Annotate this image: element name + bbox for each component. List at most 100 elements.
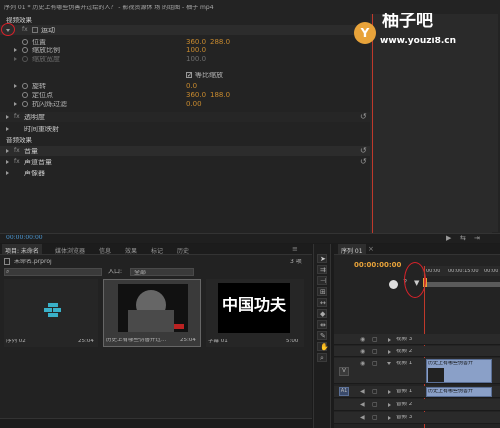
expand-track-icon[interactable] <box>387 362 391 365</box>
video-track-1[interactable]: V ◉ ▢ 视频 1 历史上有哪些伪善开 <box>334 358 500 384</box>
expand-track-icon[interactable] <box>388 416 391 420</box>
scale-stopwatch-icon[interactable] <box>22 47 28 53</box>
audio-track-3[interactable]: ◀ ▢ 音频 3 <box>334 412 500 424</box>
volume-row[interactable] <box>0 146 370 156</box>
slip-tool[interactable]: ⇹ <box>317 320 327 329</box>
expand-track-icon[interactable] <box>388 350 391 354</box>
tab-history[interactable]: 历史 <box>174 244 192 255</box>
item-duration: 5:00 <box>286 339 299 344</box>
lock-icon[interactable]: ▢ <box>372 401 378 408</box>
expand-scale-width-icon[interactable] <box>14 57 17 61</box>
lock-icon[interactable]: ▢ <box>372 348 378 355</box>
audio-track-2[interactable]: ◀ ▢ 音频 2 <box>334 399 500 411</box>
rate-stretch-tool[interactable]: ↔ <box>317 298 327 307</box>
lock-icon[interactable]: ▢ <box>372 388 378 395</box>
panel-menu-icon[interactable]: ≡ <box>292 245 298 253</box>
uniform-scale-checkbox[interactable]: ✓ <box>186 72 192 79</box>
audio-clip[interactable]: 历史上有哪些伪善开 <box>426 387 492 397</box>
expand-track-icon[interactable] <box>388 390 391 394</box>
opacity-fx-icon[interactable]: fx <box>14 113 20 120</box>
anchor-stopwatch-icon[interactable] <box>22 92 28 98</box>
eye-icon[interactable]: ◉ <box>360 348 365 355</box>
motion-label: 运动 <box>41 27 55 34</box>
loop-icon[interactable]: ⇆ <box>460 234 466 242</box>
razor-tool[interactable]: ◆ <box>317 309 327 318</box>
volume-fx-icon[interactable]: fx <box>14 147 20 154</box>
audio-track-1[interactable]: A1 ◀ ▢ 音频 1 历史上有哪些伪善开 <box>334 386 500 398</box>
motion-row[interactable] <box>0 25 370 35</box>
pen-tool[interactable]: ✎ <box>317 331 327 340</box>
opacity-label: 透明度 <box>24 114 45 121</box>
play-only-audio-icon[interactable]: ▶ <box>446 234 451 242</box>
tab-effects[interactable]: 效果 <box>122 244 140 255</box>
search-input[interactable] <box>4 268 102 276</box>
rotation-value[interactable]: 0.0 <box>186 83 197 90</box>
tab-project[interactable]: 项目: 未命名 <box>2 244 42 255</box>
lock-icon[interactable]: ▢ <box>372 414 378 421</box>
project-item-title[interactable]: 中国功夫 字幕 01 5:00 <box>206 279 304 347</box>
antiflicker-label: 抗闪烁过滤 <box>32 101 67 108</box>
eye-icon[interactable]: ◉ <box>360 360 365 367</box>
tab-sequence[interactable]: 序列 01 <box>338 244 366 255</box>
zoom-tool[interactable]: ⌕ <box>317 353 327 362</box>
expand-channel-volume-icon[interactable] <box>6 160 9 164</box>
tab-media-browser[interactable]: 媒体浏览器 <box>52 244 88 255</box>
fx-icon[interactable]: fx <box>22 26 28 33</box>
source-v-button[interactable]: V <box>339 367 349 376</box>
expand-scale-icon[interactable] <box>14 48 17 52</box>
project-item-video[interactable]: 历史上有哪些伪善开过... 25:04 <box>103 279 201 347</box>
video-clip[interactable]: 历史上有哪些伪善开 <box>426 359 492 383</box>
tab-info[interactable]: 信息 <box>96 244 114 255</box>
source-a-button[interactable]: A1 <box>339 387 349 396</box>
logo-badge: Y <box>354 22 376 44</box>
speaker-icon[interactable]: ◀ <box>360 414 365 421</box>
antiflicker-stopwatch-icon[interactable] <box>22 101 28 107</box>
expand-volume-icon[interactable] <box>6 149 9 153</box>
ripple-edit-tool[interactable]: ⊣ <box>317 276 327 285</box>
track-select-tool[interactable]: ⇉ <box>317 265 327 274</box>
position-x-value[interactable]: 360.0 <box>186 39 206 46</box>
expand-opacity-icon[interactable] <box>6 115 9 119</box>
antiflicker-value[interactable]: 0.00 <box>186 101 202 108</box>
expand-antiflicker-icon[interactable] <box>14 102 17 106</box>
effect-controls-footer <box>0 233 500 243</box>
motion-icon <box>32 27 38 33</box>
export-frame-icon[interactable]: ⇥ <box>474 234 480 242</box>
rotation-stopwatch-icon[interactable] <box>22 83 28 89</box>
expand-motion-icon[interactable] <box>6 29 10 32</box>
channel-volume-fx-icon[interactable]: fx <box>14 158 20 165</box>
video-track-3[interactable]: ◉ ▢ 视频 3 <box>334 334 500 345</box>
snap-icon[interactable] <box>389 280 398 289</box>
speaker-icon[interactable]: ◀ <box>360 388 365 395</box>
lock-icon[interactable]: ▢ <box>372 336 378 343</box>
reset-opacity-icon[interactable]: ↺ <box>360 112 367 121</box>
expand-track-icon[interactable] <box>388 338 391 342</box>
speaker-icon[interactable]: ◀ <box>360 401 365 408</box>
expand-rotation-icon[interactable] <box>14 84 17 88</box>
close-tab-icon[interactable]: × <box>368 245 374 253</box>
position-y-value[interactable]: 288.0 <box>210 39 230 46</box>
anchor-y-value[interactable]: 188.0 <box>210 92 230 99</box>
reset-channel-volume-icon[interactable]: ↺ <box>360 157 367 166</box>
in-select[interactable]: 全部 <box>130 268 194 276</box>
video-track-2[interactable]: ◉ ▢ 视频 2 <box>334 346 500 357</box>
tab-markers[interactable]: 标记 <box>148 244 166 255</box>
expand-track-icon[interactable] <box>388 403 391 407</box>
expand-time-remap-icon[interactable] <box>6 127 9 131</box>
timeline-timecode[interactable]: 00:00:00:00 <box>354 262 401 269</box>
scale-width-label: 缩放宽度 <box>32 56 60 63</box>
hand-tool[interactable]: ✋ <box>317 342 329 351</box>
opacity-row[interactable] <box>0 112 370 122</box>
scale-value[interactable]: 100.0 <box>186 47 206 54</box>
selection-tool[interactable]: ➤ <box>317 254 327 263</box>
expand-panner-icon[interactable] <box>6 171 9 175</box>
anchor-x-value[interactable]: 360.0 <box>186 92 206 99</box>
effect-timecode[interactable]: 00:00:00:00 <box>6 235 43 241</box>
rolling-edit-tool[interactable]: ⊞ <box>317 287 327 296</box>
reset-volume-icon[interactable]: ↺ <box>360 146 367 155</box>
lock-icon[interactable]: ▢ <box>372 360 378 367</box>
position-stopwatch-icon[interactable] <box>22 39 28 45</box>
work-area-bar[interactable] <box>424 282 500 287</box>
project-item-sequence[interactable]: 序列 02 25:04 <box>4 279 98 347</box>
eye-icon[interactable]: ◉ <box>360 336 365 343</box>
